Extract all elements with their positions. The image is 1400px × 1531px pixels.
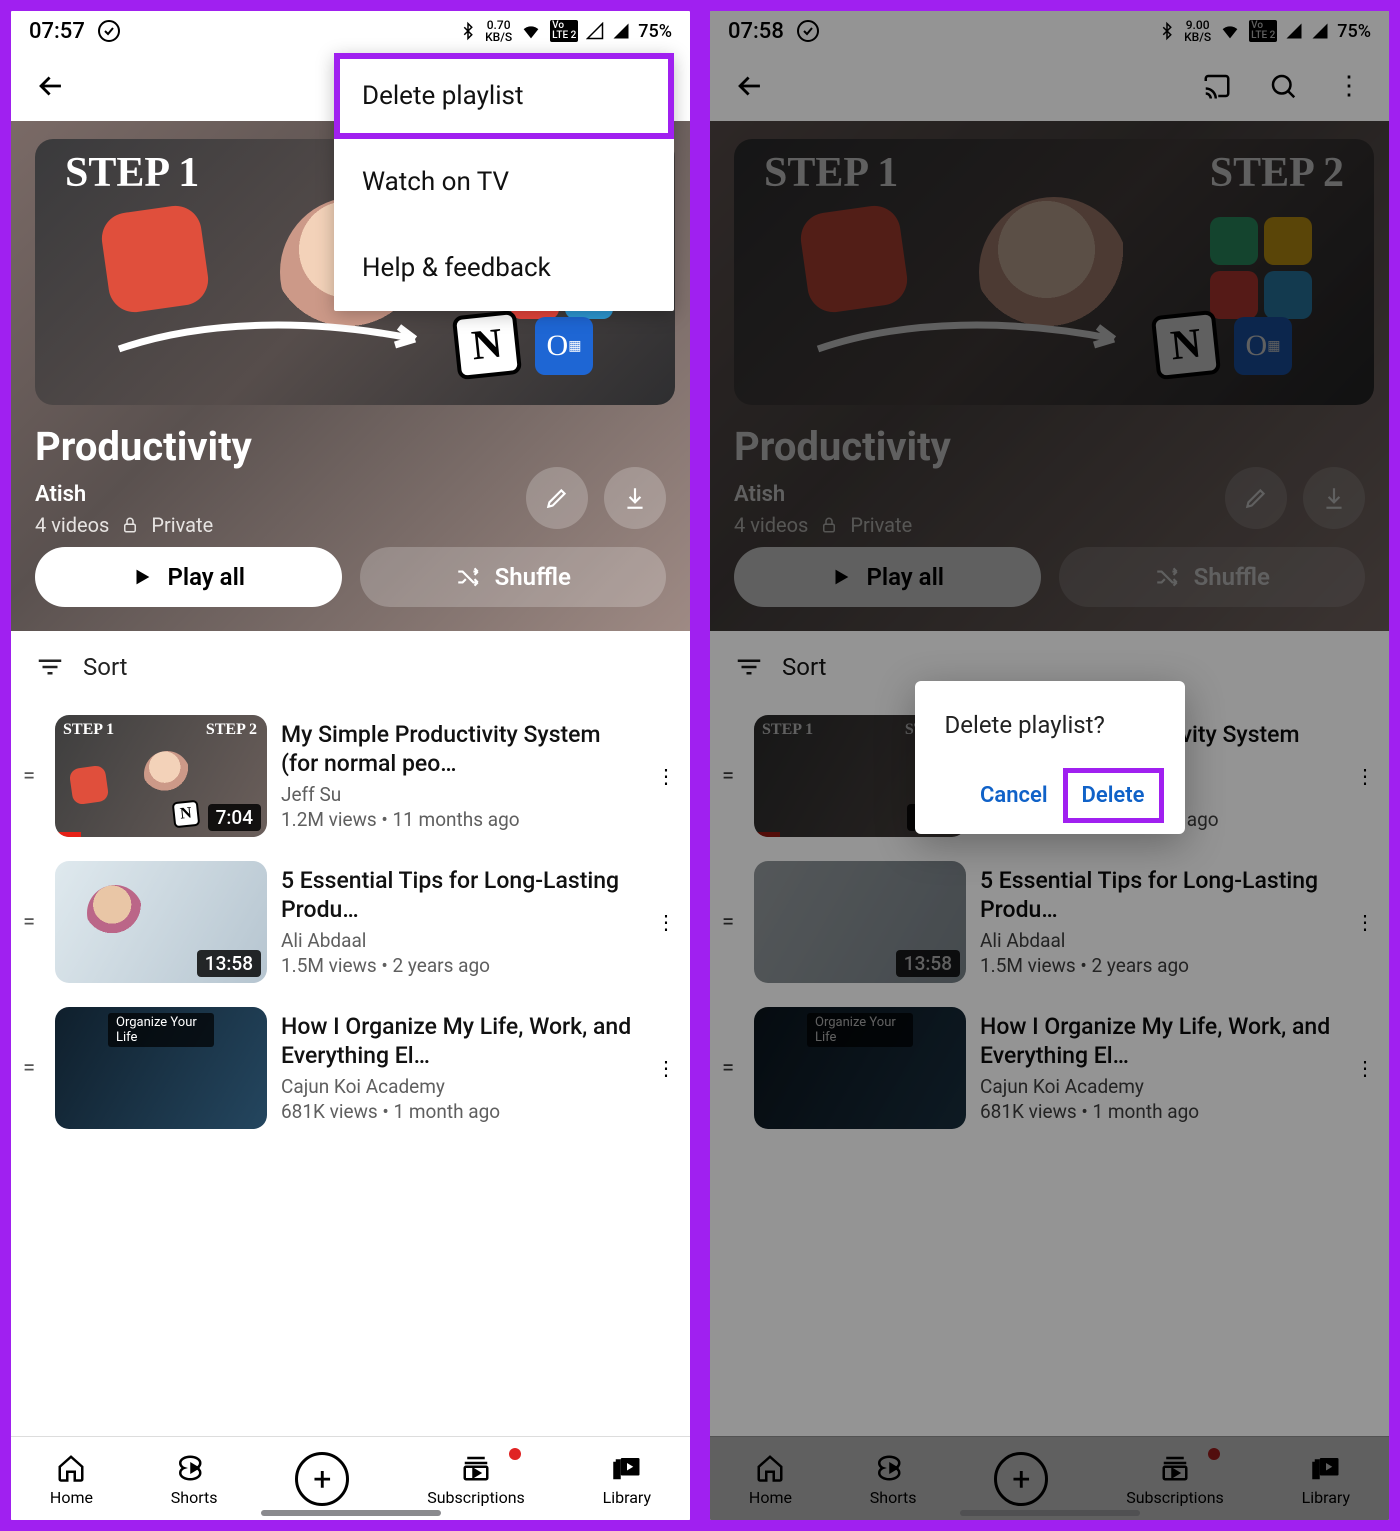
plus-icon: +: [295, 1452, 349, 1506]
overflow-menu: Delete playlist Watch on TV Help & feedb…: [334, 53, 674, 311]
home-indicator[interactable]: [261, 1510, 441, 1516]
drag-handle-icon[interactable]: =: [17, 1056, 41, 1081]
video-thumbnail[interactable]: STEP 1 STEP 2 N 7:04: [55, 715, 267, 837]
network-rate: 0.70KB/S: [485, 19, 512, 43]
video-channel: Cajun Koi Academy: [281, 1075, 642, 1098]
list-item[interactable]: = STEP 1 STEP 2 N 7:04 My Simple Product…: [11, 703, 690, 849]
nav-library[interactable]: Library: [603, 1450, 651, 1507]
video-title: My Simple Productivity System (for norma…: [281, 721, 642, 779]
nav-home[interactable]: Home: [50, 1450, 93, 1507]
menu-help-feedback[interactable]: Help & feedback: [334, 225, 674, 311]
item-menu-button[interactable]: ⋮: [656, 1056, 676, 1080]
playlist-title: Productivity: [35, 423, 666, 470]
bottom-navigation: Home Shorts + Subscriptions Library: [11, 1436, 690, 1520]
shuffle-button[interactable]: Shuffle: [360, 547, 667, 607]
video-channel: Ali Abdaal: [281, 929, 642, 952]
menu-delete-playlist[interactable]: Delete playlist: [334, 53, 674, 139]
video-title: How I Organize My Life, Work, and Everyt…: [281, 1013, 642, 1071]
item-menu-button[interactable]: ⋮: [656, 910, 676, 934]
shorts-icon: [176, 1450, 212, 1486]
nav-subscriptions[interactable]: Subscriptions: [427, 1450, 525, 1507]
subscriptions-icon: [458, 1450, 494, 1486]
video-meta: 1.2M views • 11 months ago: [281, 808, 642, 831]
focus-mode-icon: [97, 19, 121, 43]
nav-create[interactable]: +: [295, 1452, 349, 1506]
notification-dot-icon: [509, 1448, 521, 1460]
lock-icon: [121, 516, 139, 534]
edit-button[interactable]: [526, 467, 588, 529]
status-bar: 07:57 0.70KB/S VoLTE 2 75%: [11, 11, 690, 51]
wifi-icon: [520, 20, 542, 42]
drag-handle-icon[interactable]: =: [17, 764, 41, 789]
video-meta: 681K views • 1 month ago: [281, 1100, 642, 1123]
back-button[interactable]: [25, 60, 77, 112]
screenshot-right: 07:58 9.00KB/S VoLTE 2 75% ⋮: [705, 6, 1394, 1525]
dialog-cancel-button[interactable]: Cancel: [966, 773, 1062, 818]
list-item[interactable]: = Organize Your Life How I Organize My L…: [11, 995, 690, 1141]
nav-shorts[interactable]: Shorts: [171, 1450, 218, 1507]
play-all-button[interactable]: Play all: [35, 547, 342, 607]
video-meta: 1.5M views • 2 years ago: [281, 954, 642, 977]
item-menu-button[interactable]: ⋮: [656, 764, 676, 788]
battery-percent: 75%: [638, 21, 672, 42]
signal-icon-2: [612, 22, 630, 40]
video-list: = STEP 1 STEP 2 N 7:04 My Simple Product…: [11, 703, 690, 1436]
video-thumbnail[interactable]: 13:58: [55, 861, 267, 983]
library-icon: [609, 1450, 645, 1486]
list-item[interactable]: = 13:58 5 Essential Tips for Long-Lastin…: [11, 849, 690, 995]
home-icon: [53, 1450, 89, 1486]
delete-dialog: Delete playlist? Cancel Delete: [915, 681, 1185, 834]
bluetooth-icon: [459, 20, 477, 42]
video-title: 5 Essential Tips for Long-Lasting Produ…: [281, 867, 642, 925]
video-channel: Jeff Su: [281, 783, 642, 806]
menu-watch-on-tv[interactable]: Watch on TV: [334, 139, 674, 225]
dialog-title: Delete playlist?: [945, 711, 1159, 739]
screenshot-left: 07:57 0.70KB/S VoLTE 2 75% STE: [6, 6, 695, 1525]
dialog-delete-button[interactable]: Delete: [1068, 773, 1159, 818]
sort-button[interactable]: Sort: [11, 631, 690, 703]
signal-icon-1: [586, 22, 604, 40]
download-button[interactable]: [604, 467, 666, 529]
video-thumbnail[interactable]: Organize Your Life: [55, 1007, 267, 1129]
lte-badge: VoLTE 2: [550, 20, 578, 42]
drag-handle-icon[interactable]: =: [17, 910, 41, 935]
status-time: 07:57: [29, 19, 85, 44]
